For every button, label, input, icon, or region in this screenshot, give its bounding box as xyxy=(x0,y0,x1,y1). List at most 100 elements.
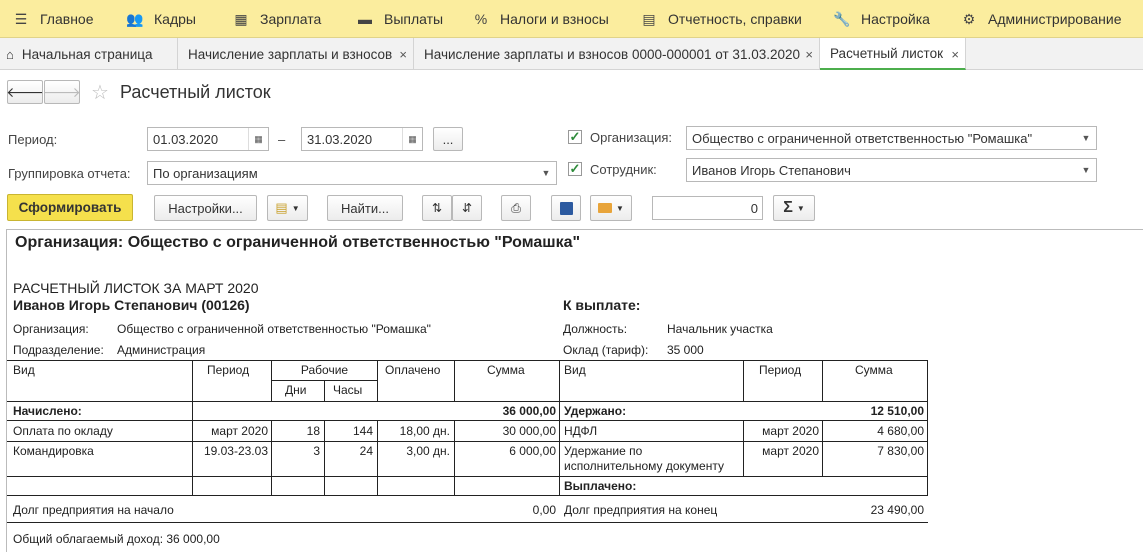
report-area: Организация: Общество с ограниченной отв… xyxy=(6,229,1143,552)
tab-home[interactable]: ⌂ Начальная страница xyxy=(0,38,178,70)
wrench-icon: 🔧 xyxy=(833,10,851,27)
accrual-paid: 18,00 дн. xyxy=(399,424,450,438)
menu-item-hr[interactable]: 👥 Кадры xyxy=(126,0,196,38)
chevron-down-icon[interactable]: ▼ xyxy=(536,162,556,184)
star-icon[interactable]: ☆ xyxy=(91,80,109,105)
period-dash: – xyxy=(278,132,286,147)
main-menu: ☰ Главное 👥 Кадры ▦ Зарплата ▬ Выплаты % Нало… xyxy=(0,0,1143,38)
date-from-input[interactable]: 01.03.2020 ▦ xyxy=(147,127,269,151)
report-variant-icon: ▤ xyxy=(275,200,288,215)
tab-bar: ⌂ Начальная страница Начисление зарплаты … xyxy=(0,38,1143,70)
org-select[interactable]: Общество с ограниченной ответственностью… xyxy=(686,126,1097,150)
variant-button[interactable]: ▤ ▼ xyxy=(267,195,308,221)
col-period-right: Период xyxy=(759,363,802,377)
tab-label: Начисление зарплаты и взносов 0000-00000… xyxy=(424,46,801,62)
date-to-input[interactable]: 31.03.2020 ▦ xyxy=(301,127,423,151)
calendar-icon[interactable]: ▦ xyxy=(402,128,422,150)
back-button[interactable]: 🡐 xyxy=(6,80,44,104)
accrual-hours: 144 xyxy=(352,424,373,438)
menu-item-label: Главное xyxy=(40,11,94,27)
sort-asc-button[interactable]: ⇅ xyxy=(422,195,452,221)
tab-label: Начальная страница xyxy=(21,46,153,62)
accrual-kind: Командировка xyxy=(13,444,94,458)
col-sum-left: Сумма xyxy=(487,363,525,377)
people-icon: 👥 xyxy=(126,10,144,27)
col-work: Рабочие xyxy=(300,363,349,377)
accrual-hours: 24 xyxy=(359,444,373,458)
calendar-icon[interactable]: ▦ xyxy=(248,128,268,150)
menu-item-label: Настройка xyxy=(861,11,930,27)
find-button[interactable]: Найти... xyxy=(327,195,403,221)
position-label: Должность: xyxy=(563,322,628,336)
tab-payslip[interactable]: Расчетный листок × xyxy=(820,38,966,70)
debt-start-label: Долг предприятия на начало xyxy=(13,503,174,517)
accrual-period: 19.03-23.03 xyxy=(203,444,268,458)
employee-select[interactable]: Иванов Игорь Степанович ▼ xyxy=(686,158,1097,182)
withheld-total: 12 510,00 xyxy=(870,404,924,418)
report-org-heading: Организация: Общество с ограниченной отв… xyxy=(15,234,581,251)
accrual-days: 18 xyxy=(306,424,320,438)
email-button[interactable]: ▼ xyxy=(590,195,632,221)
to-pay-label: К выплате: xyxy=(563,297,641,313)
forward-button[interactable]: 🡒 xyxy=(43,80,81,104)
envelope-icon xyxy=(598,203,613,213)
salary-label: Оклад (тариф): xyxy=(563,343,649,357)
calculator-icon: ▦ xyxy=(234,10,248,27)
menu-item-label: Зарплата xyxy=(260,11,322,27)
save-button[interactable] xyxy=(551,195,581,221)
accrual-sum: 30 000,00 xyxy=(502,424,556,438)
org-info-label: Организация: xyxy=(13,322,89,336)
debt-start-value: 0,00 xyxy=(532,503,556,517)
period-select-button[interactable]: ... xyxy=(433,127,463,151)
sum-mode-button[interactable]: Σ ▼ xyxy=(773,195,815,221)
grouping-value: По организациям xyxy=(153,165,258,181)
org-checkbox[interactable]: ✓ xyxy=(568,130,582,144)
sigma-icon: Σ xyxy=(783,199,793,216)
menu-item-taxes[interactable]: % Налоги и взносы xyxy=(472,0,609,38)
date-from-value: 01.03.2020 xyxy=(153,131,219,147)
settings-button[interactable]: Настройки... xyxy=(154,195,257,221)
date-to-value: 31.03.2020 xyxy=(307,131,373,147)
paid-out-label: Выплачено: xyxy=(564,479,637,493)
sort-desc-button[interactable]: ⇵ xyxy=(452,195,482,221)
sort-desc-icon: ⇵ xyxy=(461,201,473,215)
menu-item-admin[interactable]: ⚙ Администрирование xyxy=(960,0,1122,38)
accrual-days: 3 xyxy=(313,444,320,458)
close-icon[interactable]: × xyxy=(805,47,813,62)
employee-value: Иванов Игорь Степанович xyxy=(692,162,851,178)
close-icon[interactable]: × xyxy=(951,47,959,62)
employee-checkbox[interactable]: ✓ xyxy=(568,162,582,176)
menu-item-salary[interactable]: ▦ Зарплата xyxy=(232,0,321,38)
arrow-left-icon: 🡐 xyxy=(6,83,44,100)
arrow-right-icon: 🡒 xyxy=(43,83,81,100)
print-button[interactable]: ⎙ xyxy=(501,195,531,221)
generate-button[interactable]: Сформировать xyxy=(7,194,133,221)
deduction-sum: 7 830,00 xyxy=(877,444,924,458)
hamburger-icon: ☰ xyxy=(14,10,28,27)
tab-payroll[interactable]: Начисление зарплаты и взносов × xyxy=(178,38,414,70)
salary-value: 35 000 xyxy=(667,343,704,357)
col-paid: Оплачено xyxy=(385,363,441,377)
close-icon[interactable]: × xyxy=(399,47,407,62)
menu-item-reports[interactable]: ▤ Отчетность, справки xyxy=(640,0,802,38)
accrual-period: март 2020 xyxy=(211,424,268,438)
grouping-select[interactable]: По организациям ▼ xyxy=(147,161,557,185)
floppy-icon xyxy=(559,201,573,215)
chevron-down-icon[interactable]: ▼ xyxy=(1076,127,1096,149)
col-hours: Часы xyxy=(333,383,363,397)
withheld-label: Удержано: xyxy=(564,404,627,418)
gear-icon: ⚙ xyxy=(962,10,976,27)
menu-item-payments[interactable]: ▬ Выплаты xyxy=(356,0,443,38)
tab-payroll-doc[interactable]: Начисление зарплаты и взносов 0000-00000… xyxy=(414,38,820,70)
employee-name: Иванов Игорь Степанович (00126) xyxy=(13,297,250,313)
deduction-period: март 2020 xyxy=(762,424,819,438)
menu-item-main[interactable]: ☰ Главное xyxy=(12,0,94,38)
accrued-total: 36 000,00 xyxy=(502,404,556,418)
menu-item-settings[interactable]: 🔧 Настройка xyxy=(833,0,930,38)
accrual-kind: Оплата по окладу xyxy=(13,424,113,438)
chevron-down-icon[interactable]: ▼ xyxy=(1076,159,1096,181)
deduction-sum: 4 680,00 xyxy=(877,424,924,438)
deduction-kind: Удержание по xyxy=(564,444,643,458)
report-icon: ▤ xyxy=(642,10,656,27)
sum-field[interactable]: 0 xyxy=(652,196,763,220)
